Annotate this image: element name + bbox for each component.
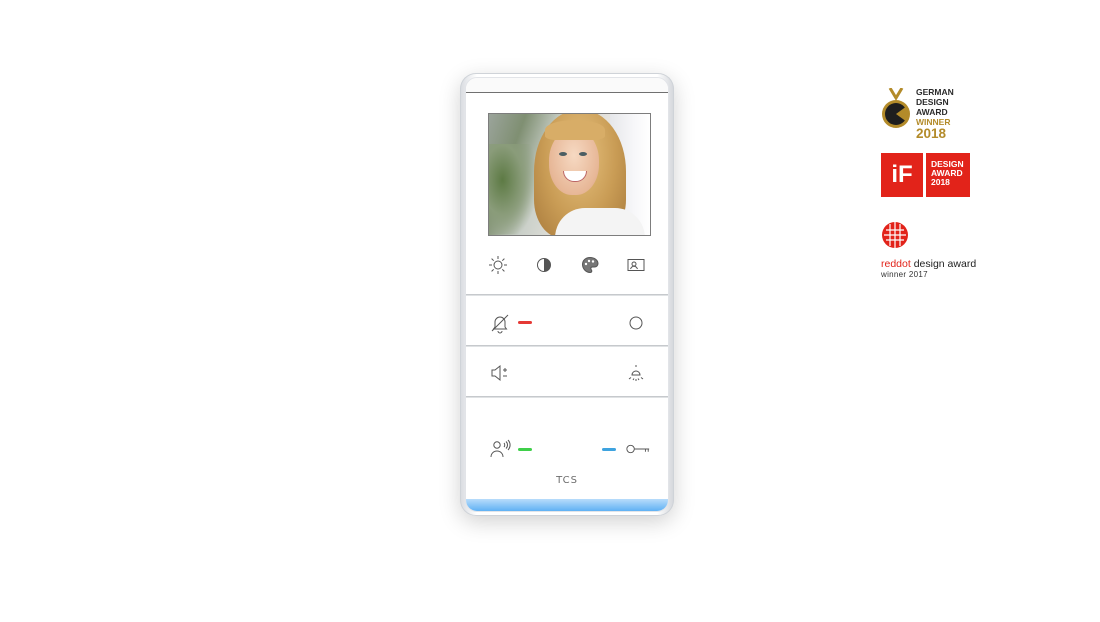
award-medal-icon [882, 88, 910, 128]
brand-logo: TCS [556, 475, 578, 486]
intercom-device: TCS [460, 73, 674, 516]
gda-line-5: 2018 [916, 126, 947, 141]
if-design-award: iF DESIGN AWARD 2018 [881, 153, 970, 197]
gda-line-2: DESIGN [916, 97, 949, 107]
if-line-3: 2018 [931, 177, 950, 187]
visitor-shirt [555, 208, 645, 235]
device-top-edge [466, 78, 668, 93]
brightness-icon[interactable] [486, 253, 510, 277]
german-design-award: GERMAN DESIGN AWARD WINNER 2018 [880, 85, 960, 140]
color-icon[interactable] [578, 253, 602, 277]
if-logo: iF [881, 153, 923, 197]
reddot-name: reddot [881, 258, 911, 270]
mute-led [518, 321, 532, 324]
visitor-eye-left [559, 152, 567, 156]
visitor-fringe [545, 120, 605, 140]
divider-2 [466, 345, 668, 347]
divider-1 [466, 294, 668, 296]
door-key-icon[interactable] [624, 437, 652, 461]
screen-function-row [486, 253, 648, 277]
visitor-eye-right [579, 152, 587, 156]
circle-button-icon[interactable] [624, 311, 648, 335]
if-label: DESIGN AWARD 2018 [926, 153, 970, 197]
light-icon[interactable] [624, 361, 648, 385]
status-light-bar [466, 499, 668, 511]
reddot-rest: design award [910, 258, 977, 270]
speak-icon[interactable] [488, 437, 512, 461]
reddot-subtitle: winner 2017 [881, 270, 928, 279]
speak-led [518, 448, 532, 451]
reddot-logo-icon [882, 222, 908, 248]
bell-mute-icon[interactable] [488, 311, 512, 335]
video-screen [488, 113, 651, 236]
divider-3 [466, 396, 668, 398]
reddot-award: reddot design award winner 2017 [881, 221, 981, 279]
door-led [602, 448, 616, 451]
camera-view-icon[interactable] [624, 253, 648, 277]
gda-line-1: GERMAN [916, 87, 954, 97]
gda-line-3: AWARD [916, 107, 948, 117]
volume-icon[interactable] [488, 361, 512, 385]
reddot-title: reddot design award [881, 258, 976, 270]
contrast-icon[interactable] [532, 253, 556, 277]
screen-background-foliage [489, 144, 534, 234]
device-face: TCS [465, 77, 669, 512]
